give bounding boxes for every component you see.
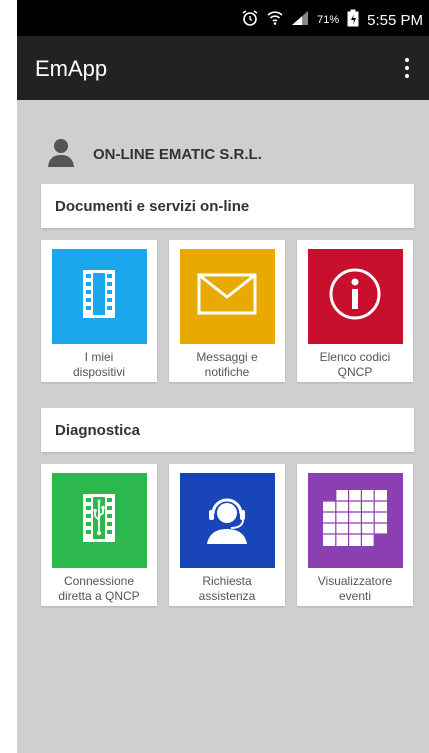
tile-qncp-codes[interactable]: Elenco codici QNCP bbox=[297, 240, 413, 382]
tile-label: Connessione diretta a QNCP bbox=[58, 574, 140, 603]
section-documents-header: Documenti e servizi on-line bbox=[41, 184, 414, 228]
section-title: Diagnostica bbox=[55, 421, 141, 439]
status-bar: 71% 5:55 PM bbox=[17, 0, 429, 36]
tile-label: I miei dispositivi bbox=[72, 350, 126, 379]
tile-messages[interactable]: Messaggi e notifiche bbox=[169, 240, 285, 382]
support-agent-icon bbox=[197, 488, 257, 553]
tile-support-request[interactable]: Richiesta assistenza bbox=[169, 464, 285, 606]
usb-icon bbox=[69, 488, 129, 553]
signal-icon bbox=[291, 10, 309, 30]
status-icons: 71% 5:55 PM bbox=[241, 9, 423, 31]
app-title: EmApp bbox=[35, 56, 108, 81]
tile-label: Elenco codici QNCP bbox=[319, 350, 391, 379]
envelope-icon bbox=[195, 269, 259, 324]
tile-event-viewer[interactable]: Visualizzatore eventi bbox=[297, 464, 413, 606]
company-name: ON-LINE EMATIC S.R.L. bbox=[93, 145, 262, 163]
clock-text: 5:55 PM bbox=[367, 11, 423, 29]
section-diagnostics-header: Diagnostica bbox=[41, 408, 414, 452]
company-header: ON-LINE EMATIC S.R.L. bbox=[45, 136, 262, 172]
tile-icon-box bbox=[307, 249, 403, 344]
tile-label: Richiesta assistenza bbox=[198, 574, 256, 603]
section-title: Documenti e servizi on-line bbox=[55, 197, 250, 215]
device-list-icon bbox=[69, 264, 129, 329]
calendar-icon bbox=[320, 487, 390, 554]
tile-icon-box bbox=[307, 473, 403, 568]
tile-direct-connection[interactable]: Connessione diretta a QNCP bbox=[41, 464, 157, 606]
wifi-icon bbox=[267, 9, 283, 31]
battery-icon bbox=[347, 9, 359, 31]
tile-label: Messaggi e notifiche bbox=[196, 350, 258, 379]
battery-percent: 71% bbox=[317, 14, 340, 26]
tile-icon-box bbox=[51, 473, 147, 568]
alarm-icon bbox=[241, 9, 259, 31]
app-bar: EmApp bbox=[17, 36, 429, 100]
tile-my-devices[interactable]: I miei dispositivi bbox=[41, 240, 157, 382]
phone-screen: 71% 5:55 PM EmApp ON-LINE EMATIC S.R.L. … bbox=[17, 0, 429, 753]
tile-icon-box bbox=[51, 249, 147, 344]
tile-icon-box bbox=[179, 473, 275, 568]
info-icon bbox=[327, 266, 383, 327]
tile-icon-box bbox=[179, 249, 275, 344]
overflow-menu-icon[interactable] bbox=[395, 54, 419, 82]
tile-label: Visualizzatore eventi bbox=[317, 574, 393, 603]
user-icon bbox=[45, 136, 77, 172]
